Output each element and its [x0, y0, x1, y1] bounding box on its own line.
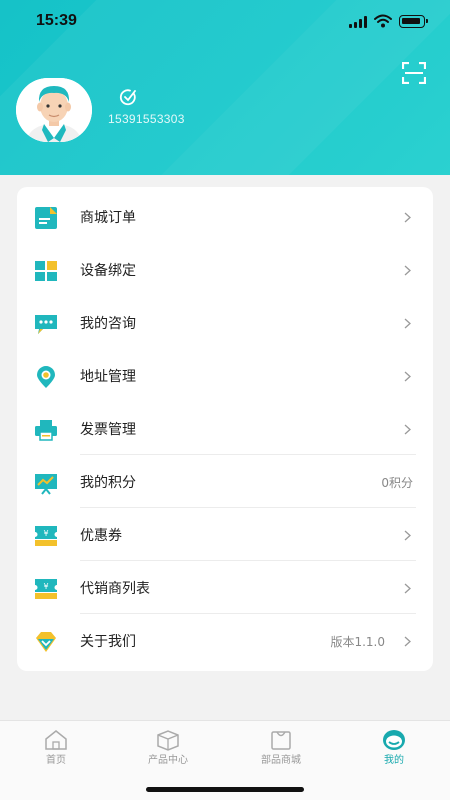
chevron-right-icon [404, 583, 411, 594]
menu-item-label: 地址管理 [80, 369, 136, 385]
printer-icon [35, 420, 57, 441]
home-indicator [146, 787, 304, 792]
profile-icon [383, 730, 405, 750]
menu-card: 商城订单 设备绑定 我的咨询 地址管理 发票管理 我的积分 0积分 ¥ 优惠券 … [17, 187, 433, 671]
avatar[interactable] [16, 78, 92, 142]
coupon-icon: ¥ [35, 579, 57, 599]
grid-icon [35, 261, 57, 281]
menu-item-my-points[interactable]: 我的积分 0积分 [17, 455, 433, 508]
version-value: 版本1.1.0 [330, 635, 385, 649]
tab-label: 我的 [384, 755, 404, 766]
status-time: 15:39 [36, 12, 77, 29]
menu-item-invoice-management[interactable]: 发票管理 [17, 402, 433, 455]
points-chart-icon [35, 474, 57, 495]
chevron-right-icon [404, 265, 411, 276]
menu-item-mall-orders[interactable]: 商城订单 [17, 190, 433, 243]
battery-icon [399, 15, 428, 28]
menu-item-about-us[interactable]: 关于我们 版本1.1.0 [17, 614, 433, 667]
edit-icon[interactable] [118, 87, 138, 107]
tab-label: 部品商城 [261, 755, 301, 766]
avatar-image [16, 78, 92, 142]
menu-item-label: 我的咨询 [80, 316, 136, 332]
chevron-right-icon [404, 424, 411, 435]
phone-number: 15391553303 [108, 112, 185, 126]
location-pin-icon [37, 366, 55, 388]
menu-item-label: 发票管理 [80, 422, 136, 438]
coupon-icon: ¥ [35, 526, 57, 546]
wifi-icon [374, 14, 392, 28]
chat-icon [35, 315, 57, 334]
document-icon [35, 207, 57, 229]
tab-label: 产品中心 [148, 755, 188, 766]
menu-item-distributor-list[interactable]: ¥ 代销商列表 [17, 561, 433, 614]
menu-item-coupons[interactable]: ¥ 优惠券 [17, 508, 433, 561]
svg-text:¥: ¥ [43, 529, 48, 538]
menu-item-label: 设备绑定 [80, 263, 136, 279]
chevron-right-icon [404, 530, 411, 541]
tab-label: 首页 [46, 755, 66, 766]
tab-mine[interactable]: 我的 [338, 721, 450, 769]
chevron-right-icon [404, 371, 411, 382]
profile-header: 15:39 15391553303 [0, 0, 450, 175]
svg-text:¥: ¥ [43, 582, 48, 591]
tab-parts-mall[interactable]: 部品商城 [225, 721, 337, 769]
chevron-right-icon [404, 212, 411, 223]
menu-item-label: 关于我们 [80, 634, 136, 650]
menu-item-device-binding[interactable]: 设备绑定 [17, 243, 433, 296]
points-value: 0积分 [381, 476, 413, 490]
status-bar: 15:39 [0, 0, 450, 44]
menu-item-label: 商城订单 [80, 210, 136, 226]
chevron-right-icon [404, 636, 411, 647]
menu-item-label: 代销商列表 [80, 581, 150, 597]
chevron-right-icon [404, 318, 411, 329]
tab-product-center[interactable]: 产品中心 [112, 721, 224, 769]
home-icon [45, 730, 67, 750]
box-icon [157, 730, 179, 751]
signal-icon [349, 16, 369, 28]
menu-item-label: 我的积分 [80, 475, 136, 491]
scan-icon[interactable] [402, 62, 426, 84]
menu-item-my-consultation[interactable]: 我的咨询 [17, 296, 433, 349]
menu-item-address-management[interactable]: 地址管理 [17, 349, 433, 402]
about-diamond-icon [36, 632, 56, 652]
menu-item-label: 优惠券 [80, 528, 122, 544]
shopping-bag-icon [271, 731, 291, 750]
tab-home[interactable]: 首页 [0, 721, 112, 769]
